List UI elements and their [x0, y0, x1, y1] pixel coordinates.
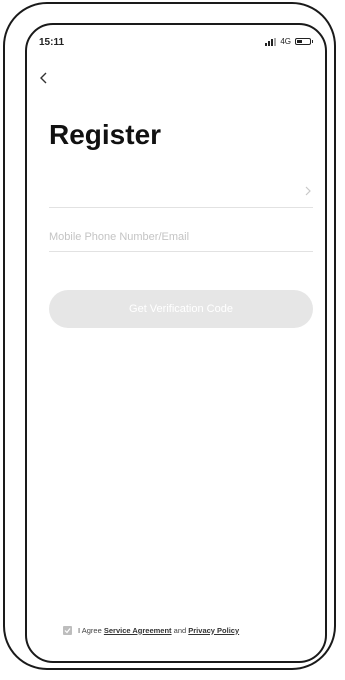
- agreement-checkbox[interactable]: [63, 625, 72, 635]
- agreement-prefix: I Agree: [78, 625, 102, 635]
- battery-icon: [295, 38, 311, 45]
- battery-tip: [312, 40, 313, 43]
- privacy-policy-link[interactable]: Privacy Policy: [188, 626, 239, 635]
- service-agreement-link[interactable]: Service Agreement: [104, 626, 172, 635]
- status-time: 15:11: [39, 37, 65, 48]
- status-indicators: 4G: [265, 37, 313, 46]
- phone-email-input[interactable]: [49, 225, 313, 249]
- region-selector[interactable]: [49, 181, 313, 208]
- agreement-and: and: [173, 625, 187, 635]
- network-type: 4G: [280, 37, 291, 46]
- back-button[interactable]: [39, 69, 47, 87]
- phone-frame: 15:11 4G Register Mobile Phone Number/Em…: [3, 2, 336, 670]
- status-bar: 15:11 4G: [39, 35, 313, 51]
- get-verification-code-button[interactable]: Get Verification Code: [49, 290, 313, 328]
- app-screen: 15:11 4G Register Mobile Phone Number/Em…: [25, 23, 327, 663]
- phone-email-field: [49, 225, 313, 252]
- agreement-row: I Agree Service Agreement and Privacy Po…: [63, 623, 313, 637]
- page-title: Register: [49, 119, 162, 150]
- chevron-right-icon: [305, 185, 311, 199]
- checkmark-icon: [64, 627, 71, 633]
- signal-icon: [265, 37, 277, 46]
- chevron-left-icon: [40, 72, 47, 84]
